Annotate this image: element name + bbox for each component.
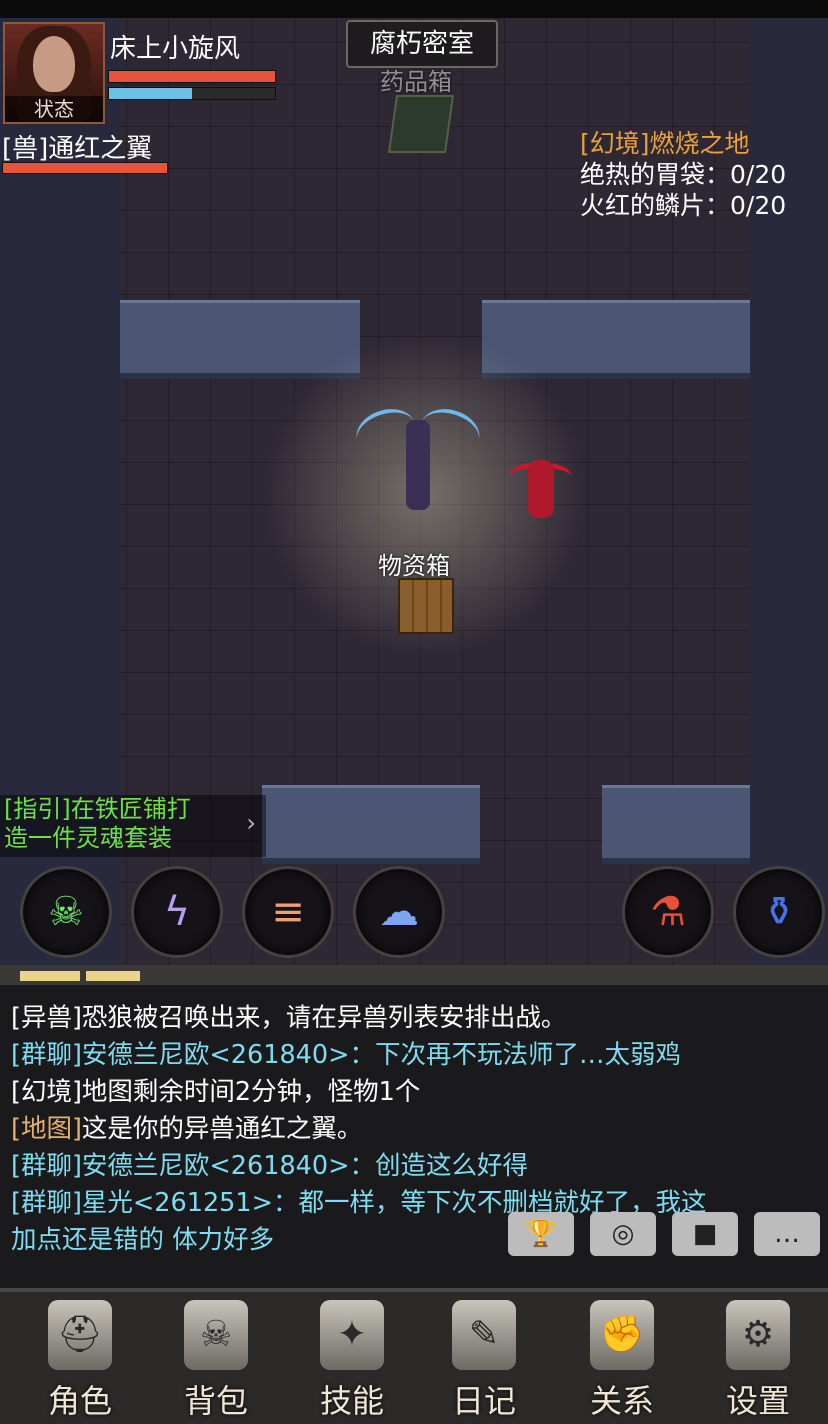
stop-icon[interactable]: ■ bbox=[672, 1212, 738, 1256]
pet-name: [兽]通红之翼 bbox=[2, 134, 153, 164]
triple-slash-icon[interactable]: ≡ bbox=[242, 866, 334, 958]
nav-skills[interactable]: ✦ 技能 bbox=[302, 1296, 402, 1420]
supply-crate-label: 物资箱 bbox=[378, 552, 450, 580]
lightning-orb-icon[interactable]: ϟ bbox=[131, 866, 223, 958]
player-name: 床上小旋风 bbox=[110, 34, 241, 64]
player-character[interactable] bbox=[350, 401, 486, 520]
stone-wall-lower-left bbox=[262, 785, 480, 864]
spellbook-icon: ✦ bbox=[320, 1300, 384, 1370]
poison-skull-icon[interactable]: ☠ bbox=[20, 866, 112, 958]
quest-objective: 绝热的胃袋：0/20 bbox=[580, 159, 786, 190]
nav-character[interactable]: ⛑ 角色 bbox=[30, 1296, 130, 1420]
guide-line-1: [指引]在铁匠铺打 bbox=[4, 795, 191, 823]
nav-label: 关系 bbox=[589, 1382, 654, 1420]
objective-progress: 0/20 bbox=[730, 160, 787, 189]
chat-tabs bbox=[0, 965, 828, 985]
player-mp-fill bbox=[109, 88, 192, 99]
quest-tracker[interactable]: [幻境]燃烧之地 绝热的胃袋：0/20 火红的鳞片：0/20 bbox=[580, 128, 786, 221]
chat-message: 加点还是错的 体力好多 bbox=[11, 1225, 275, 1255]
player-hp-fill bbox=[109, 71, 275, 82]
nav-label: 设置 bbox=[725, 1382, 790, 1420]
scroll-icon: ✎ bbox=[452, 1300, 516, 1370]
nav-settings[interactable]: ⚙ 设置 bbox=[708, 1296, 808, 1420]
chat-channel-tag: [群聊] bbox=[11, 1151, 82, 1181]
handshake-icon: ✊ bbox=[590, 1300, 654, 1370]
chat-channel-tag: [幻境] bbox=[11, 1077, 82, 1107]
chevron-right-icon: › bbox=[246, 809, 256, 837]
chat-channel-tag: [异兽] bbox=[11, 1003, 82, 1033]
nav-relations[interactable]: ✊ 关系 bbox=[572, 1296, 672, 1420]
objective-separator: ： bbox=[705, 160, 731, 189]
chat-channel-tag: [群聊] bbox=[11, 1040, 82, 1070]
nav-label: 日记 bbox=[451, 1382, 516, 1420]
blue-potion-icon[interactable]: ⚱ bbox=[733, 866, 825, 958]
supply-crate[interactable] bbox=[398, 578, 454, 634]
storm-cloud-icon[interactable]: ☁ bbox=[353, 866, 445, 958]
chat-tab[interactable] bbox=[86, 971, 140, 981]
chat-line: [异兽]恐狼被召唤出来，请在异兽列表安排出战。 bbox=[11, 1000, 816, 1037]
stone-wall-lower-right bbox=[602, 785, 750, 864]
chat-message: 恐狼被召唤出来，请在异兽列表安排出战。 bbox=[81, 1003, 567, 1033]
chat-channel-tag: [地图] bbox=[11, 1114, 82, 1144]
map-title: 腐朽密室 bbox=[346, 20, 498, 68]
nav-backpack[interactable]: ☠ 背包 bbox=[166, 1296, 266, 1420]
nav-label: 背包 bbox=[183, 1382, 248, 1420]
objective-progress: 0/20 bbox=[730, 191, 787, 220]
chat-message: 这是你的异兽通红之翼。 bbox=[81, 1114, 363, 1144]
nav-label: 角色 bbox=[47, 1382, 112, 1420]
chat-line: [地图]这是你的异兽通红之翼。 bbox=[11, 1111, 816, 1148]
trophy-icon[interactable]: 🏆 bbox=[508, 1212, 574, 1256]
chat-bubble-icon[interactable]: … bbox=[754, 1212, 820, 1256]
avatar-face bbox=[33, 36, 75, 92]
quest-title: [幻境]燃烧之地 bbox=[580, 129, 750, 158]
chat-tab[interactable] bbox=[20, 971, 80, 981]
guide-hint[interactable]: [指引]在铁匠铺打 造一件灵魂套装 › bbox=[0, 795, 266, 857]
backpack-icon: ☠ bbox=[184, 1300, 248, 1370]
player-body bbox=[406, 420, 430, 510]
red-potion-icon[interactable]: ⚗ bbox=[622, 866, 714, 958]
pet-hp-fill bbox=[3, 163, 167, 173]
pet-hp-bar bbox=[2, 162, 168, 174]
objective-separator: ： bbox=[705, 191, 731, 220]
objective-name: 绝热的胃袋 bbox=[580, 160, 706, 189]
nav-journal[interactable]: ✎ 日记 bbox=[434, 1296, 534, 1420]
chat-line: [幻境]地图剩余时间2分钟，怪物1个 bbox=[11, 1074, 816, 1111]
medicine-chest[interactable] bbox=[387, 95, 455, 153]
medicine-chest-label: 药品箱 bbox=[380, 68, 452, 96]
chat-message: 安德兰尼欧<261840>：创造这么好得 bbox=[81, 1151, 528, 1181]
player-hp-bar bbox=[108, 70, 276, 83]
player-avatar[interactable]: 状态 bbox=[3, 22, 105, 124]
chat-line: [群聊]安德兰尼欧<261840>：下次再不玩法师了…太弱鸡 bbox=[11, 1037, 816, 1074]
chat-message: 安德兰尼欧<261840>：下次再不玩法师了…太弱鸡 bbox=[81, 1040, 681, 1070]
player-mp-bar bbox=[108, 87, 276, 100]
gear-icon: ⚙ bbox=[726, 1300, 790, 1370]
helmet-icon: ⛑ bbox=[48, 1300, 112, 1370]
guide-line-2: 造一件灵魂套装 bbox=[4, 824, 172, 852]
compass-icon[interactable]: ◎ bbox=[590, 1212, 656, 1256]
chat-line: [群聊]安德兰尼欧<261840>：创造这么好得 bbox=[11, 1148, 816, 1185]
objective-name: 火红的鳞片 bbox=[580, 191, 706, 220]
chat-channel-tag: [群聊] bbox=[11, 1188, 82, 1218]
status-bar bbox=[0, 0, 828, 18]
nav-label: 技能 bbox=[319, 1382, 384, 1420]
pet-body bbox=[528, 460, 554, 518]
quest-objective: 火红的鳞片：0/20 bbox=[580, 190, 786, 221]
pet-dragon[interactable] bbox=[508, 452, 572, 522]
chat-message: 地图剩余时间2分钟，怪物1个 bbox=[81, 1077, 421, 1107]
status-label[interactable]: 状态 bbox=[5, 96, 103, 122]
